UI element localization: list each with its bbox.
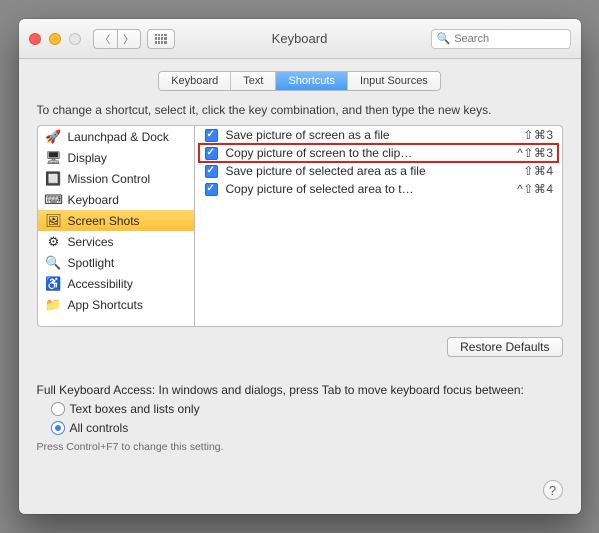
- fka-option-label: All controls: [70, 421, 129, 435]
- accessibility-icon: ♿: [46, 276, 62, 292]
- shortcut-panes: 🚀 Launchpad & Dock 🖥 Display 🔲 Mission Contro…: [37, 125, 563, 327]
- sidebar-item-launchpad-dock[interactable]: 🚀 Launchpad & Dock: [38, 126, 194, 147]
- tab-text[interactable]: Text: [231, 72, 276, 90]
- sidebar-item-mission-control[interactable]: 🔲 Mission Control: [38, 168, 194, 189]
- fka-heading: Full Keyboard Access: In windows and dia…: [37, 383, 563, 397]
- fka-option-textboxes[interactable]: Text boxes and lists only: [51, 402, 563, 416]
- restore-defaults-button[interactable]: Restore Defaults: [447, 337, 562, 357]
- tab-bar: KeyboardTextShortcutsInput Sources: [37, 71, 563, 91]
- shortcut-label: Save picture of screen as a file: [226, 128, 516, 142]
- sidebar-item-app-shortcuts[interactable]: 📁 App Shortcuts: [38, 294, 194, 315]
- sidebar-item-label: Services: [68, 235, 114, 249]
- search-field[interactable]: 🔍: [431, 29, 571, 49]
- tab-keyboard[interactable]: Keyboard: [159, 72, 231, 90]
- sidebar-item-screen-shots[interactable]: 🖼 Screen Shots: [38, 210, 194, 231]
- checkbox[interactable]: [205, 183, 218, 196]
- shortcut-label: Save picture of selected area as a file: [226, 164, 516, 178]
- window-title: Keyboard: [272, 31, 328, 46]
- sidebar-item-label: Spotlight: [68, 256, 115, 270]
- content-area: KeyboardTextShortcutsInput Sources To ch…: [19, 59, 581, 514]
- back-button[interactable]: 〈: [93, 29, 117, 49]
- shortcut-label: Copy picture of screen to the clip…: [226, 146, 510, 160]
- spotlight-icon: 🔍: [46, 255, 62, 271]
- sidebar-item-label: Launchpad & Dock: [68, 130, 169, 144]
- shortcut-key[interactable]: ⇧⌘3: [523, 128, 553, 142]
- launchpad-dock-icon: 🚀: [46, 129, 62, 145]
- sidebar-item-label: Accessibility: [68, 277, 133, 291]
- shortcut-row[interactable]: Save picture of screen as a file ⇧⌘3: [195, 126, 562, 144]
- checkbox[interactable]: [205, 165, 218, 178]
- shortcut-row[interactable]: Copy picture of selected area to t… ^⇧⌘4: [195, 180, 562, 198]
- radio-icon[interactable]: [51, 402, 65, 416]
- chevron-left-icon: 〈: [100, 31, 111, 47]
- sidebar-item-label: App Shortcuts: [68, 298, 143, 312]
- display-icon: 🖥: [46, 150, 62, 166]
- checkbox[interactable]: [205, 129, 218, 142]
- fka-option-allcontrols[interactable]: All controls: [51, 421, 563, 435]
- search-input[interactable]: [454, 33, 564, 45]
- shortcut-key[interactable]: ⇧⌘4: [523, 164, 553, 178]
- sidebar-item-label: Display: [68, 151, 107, 165]
- sidebar-item-keyboard[interactable]: ⌨ Keyboard: [38, 189, 194, 210]
- tab-shortcuts[interactable]: Shortcuts: [276, 72, 347, 90]
- radio-icon[interactable]: [51, 421, 65, 435]
- traffic-lights: [29, 33, 81, 45]
- sidebar-item-label: Screen Shots: [68, 214, 140, 228]
- zoom-icon[interactable]: [69, 33, 81, 45]
- show-all-button[interactable]: [147, 29, 175, 49]
- shortcut-list[interactable]: Save picture of screen as a file ⇧⌘3 Copy …: [195, 125, 563, 327]
- preferences-window: 〈 〉 Keyboard 🔍 KeyboardTextShortcutsInpu…: [19, 19, 581, 514]
- fka-option-label: Text boxes and lists only: [70, 402, 200, 416]
- forward-button[interactable]: 〉: [117, 29, 141, 49]
- chevron-right-icon: 〉: [123, 31, 134, 47]
- sidebar-item-label: Mission Control: [68, 172, 151, 186]
- shortcut-label: Copy picture of selected area to t…: [226, 182, 510, 196]
- full-keyboard-access-section: Full Keyboard Access: In windows and dia…: [37, 383, 563, 453]
- checkbox[interactable]: [205, 147, 218, 160]
- close-icon[interactable]: [29, 33, 41, 45]
- shortcut-row[interactable]: Copy picture of screen to the clip… ^⇧⌘3: [195, 144, 562, 162]
- titlebar: 〈 〉 Keyboard 🔍: [19, 19, 581, 59]
- tab-input-sources[interactable]: Input Sources: [348, 72, 440, 90]
- sidebar-item-spotlight[interactable]: 🔍 Spotlight: [38, 252, 194, 273]
- shortcut-key[interactable]: ^⇧⌘4: [517, 182, 553, 196]
- minimize-icon[interactable]: [49, 33, 61, 45]
- keyboard-icon: ⌨: [46, 192, 62, 208]
- fka-hint: Press Control+F7 to change this setting.: [37, 441, 563, 453]
- shortcut-row[interactable]: Save picture of selected area as a file ⇧…: [195, 162, 562, 180]
- help-button[interactable]: ?: [543, 480, 563, 500]
- nav-buttons: 〈 〉: [93, 29, 141, 49]
- services-icon: ⚙: [46, 234, 62, 250]
- app-shortcuts-icon: 📁: [46, 297, 62, 313]
- mission-control-icon: 🔲: [46, 171, 62, 187]
- grid-icon: [155, 34, 167, 44]
- sidebar-item-label: Keyboard: [68, 193, 119, 207]
- sidebar-item-display[interactable]: 🖥 Display: [38, 147, 194, 168]
- question-icon: ?: [549, 483, 556, 498]
- sidebar-item-accessibility[interactable]: ♿ Accessibility: [38, 273, 194, 294]
- sidebar-item-services[interactable]: ⚙ Services: [38, 231, 194, 252]
- shortcut-key[interactable]: ^⇧⌘3: [517, 146, 553, 160]
- search-icon: 🔍: [437, 32, 451, 45]
- screen-shots-icon: 🖼: [46, 213, 62, 229]
- instruction-text: To change a shortcut, select it, click t…: [37, 103, 563, 117]
- category-sidebar[interactable]: 🚀 Launchpad & Dock 🖥 Display 🔲 Mission Contro…: [37, 125, 195, 327]
